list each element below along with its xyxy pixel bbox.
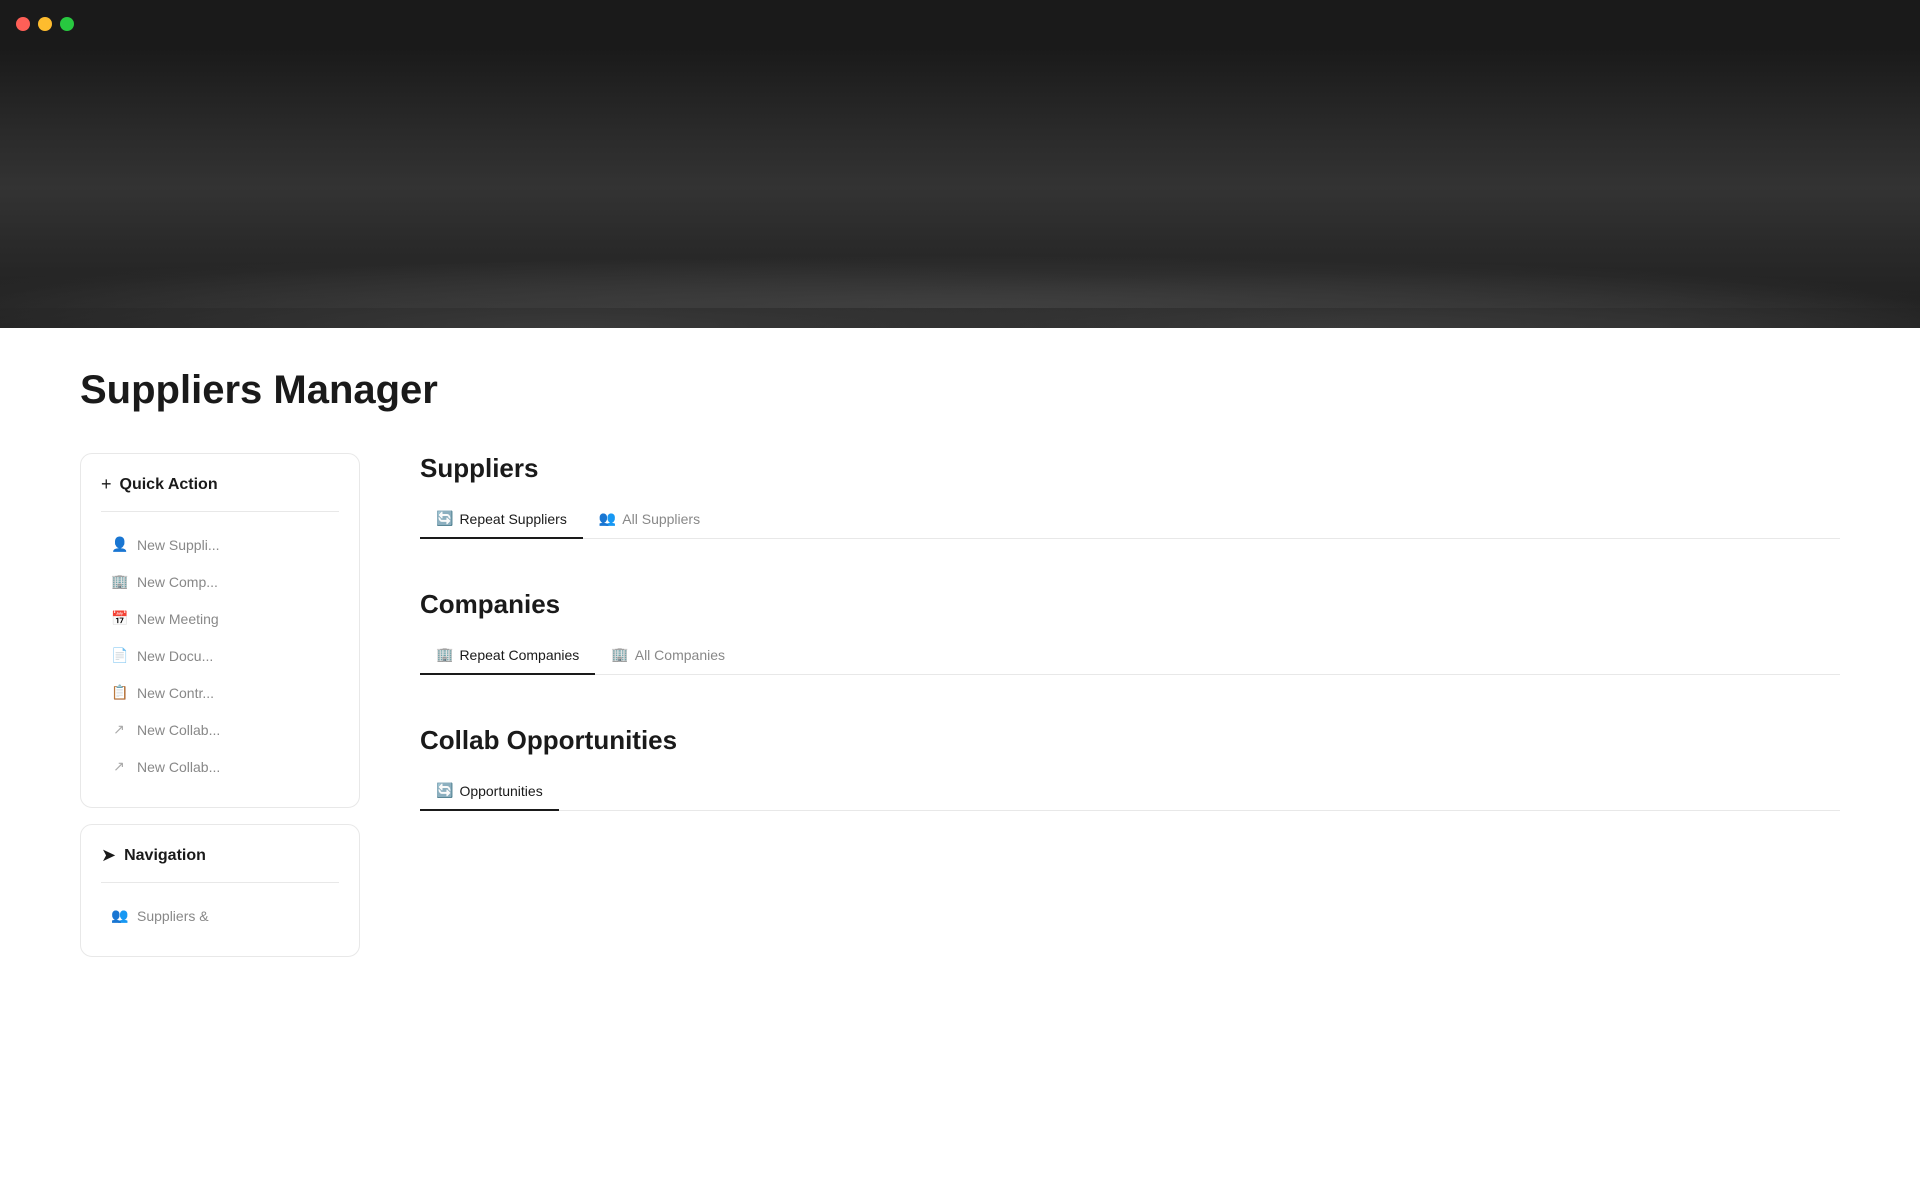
tab-repeat-companies[interactable]: 🏢 Repeat Companies: [420, 636, 595, 675]
tab-repeat-suppliers[interactable]: 🔄 Repeat Suppliers: [420, 500, 583, 539]
sidebar-item-label: New Meeting: [137, 611, 219, 627]
people-icon: 👥: [111, 907, 127, 924]
tab-label: Repeat Companies: [459, 647, 579, 663]
sidebar-item-label: New Collab...: [137, 759, 220, 775]
navigation-title: Navigation: [124, 847, 206, 865]
sidebar-item-label: New Suppli...: [137, 537, 219, 553]
sidebar: + Quick Action 👤 New Suppli... 🏢 New Com…: [80, 453, 360, 957]
sidebar-item-new-contract[interactable]: 📋 New Contr...: [101, 676, 339, 709]
tab-all-suppliers[interactable]: 👥 All Suppliers: [583, 500, 716, 539]
quick-action-card: + Quick Action 👤 New Suppli... 🏢 New Com…: [80, 453, 360, 808]
person-icon: 👤: [111, 536, 127, 553]
people-icon: 👥: [599, 510, 616, 527]
tab-label: Opportunities: [459, 783, 542, 799]
suppliers-tabs: 🔄 Repeat Suppliers 👥 All Suppliers: [420, 500, 1840, 539]
quick-action-icon: +: [101, 474, 112, 495]
collab-icon-2: ↗: [111, 758, 127, 775]
navigation-header: ➤ Navigation: [101, 845, 339, 883]
hero-banner: [0, 48, 1920, 328]
sidebar-item-label: New Comp...: [137, 574, 218, 590]
sidebar-item-label: New Collab...: [137, 722, 220, 738]
tab-opportunities[interactable]: 🔄 Opportunities: [420, 772, 559, 811]
building-icon-2: 🏢: [611, 646, 628, 663]
building-icon: 🏢: [436, 646, 453, 663]
tab-label: Repeat Suppliers: [459, 511, 566, 527]
collab-icon-1: ↗: [111, 721, 127, 738]
page-title: Suppliers Manager: [80, 368, 1840, 413]
sidebar-item-new-collab1[interactable]: ↗ New Collab...: [101, 713, 339, 746]
minimize-button[interactable]: [38, 17, 52, 31]
titlebar: [0, 0, 1920, 48]
maximize-button[interactable]: [60, 17, 74, 31]
tab-all-companies[interactable]: 🏢 All Companies: [595, 636, 741, 675]
contract-icon: 📋: [111, 684, 127, 701]
collab-tabs: 🔄 Opportunities: [420, 772, 1840, 811]
sidebar-item-new-supplier[interactable]: 👤 New Suppli...: [101, 528, 339, 561]
tab-label: All Companies: [635, 647, 725, 663]
navigation-icon: ➤: [101, 845, 116, 866]
sidebar-item-label: New Contr...: [137, 685, 214, 701]
document-icon: 📄: [111, 647, 127, 664]
sidebar-item-new-collab2[interactable]: ↗ New Collab...: [101, 750, 339, 783]
sidebar-item-new-document[interactable]: 📄 New Docu...: [101, 639, 339, 672]
opportunities-icon: 🔄: [436, 782, 453, 799]
sidebar-item-label: New Docu...: [137, 648, 213, 664]
suppliers-title: Suppliers: [420, 453, 1840, 484]
collab-title: Collab Opportunities: [420, 725, 1840, 756]
sidebar-item-label: Suppliers &: [137, 908, 209, 924]
sidebar-item-new-company[interactable]: 🏢 New Comp...: [101, 565, 339, 598]
repeat-icon: 🔄: [436, 510, 453, 527]
companies-section: Companies 🏢 Repeat Companies 🏢 All Compa…: [420, 589, 1840, 675]
quick-action-title: Quick Action: [120, 476, 218, 494]
suppliers-section: Suppliers 🔄 Repeat Suppliers 👥 All Suppl…: [420, 453, 1840, 539]
tab-label: All Suppliers: [622, 511, 700, 527]
close-button[interactable]: [16, 17, 30, 31]
content-grid: + Quick Action 👤 New Suppli... 🏢 New Com…: [80, 453, 1840, 957]
navigation-card: ➤ Navigation 👥 Suppliers &: [80, 824, 360, 957]
sidebar-item-new-meeting[interactable]: 📅 New Meeting: [101, 602, 339, 635]
companies-tabs: 🏢 Repeat Companies 🏢 All Companies: [420, 636, 1840, 675]
calendar-icon: 📅: [111, 610, 127, 627]
quick-action-header: + Quick Action: [101, 474, 339, 512]
companies-title: Companies: [420, 589, 1840, 620]
building-icon: 🏢: [111, 573, 127, 590]
main-area: Suppliers 🔄 Repeat Suppliers 👥 All Suppl…: [420, 453, 1840, 861]
main-content: Suppliers Manager + Quick Action 👤 New S…: [0, 328, 1920, 997]
collab-section: Collab Opportunities 🔄 Opportunities: [420, 725, 1840, 811]
sidebar-item-suppliers-nav[interactable]: 👥 Suppliers &: [101, 899, 339, 932]
